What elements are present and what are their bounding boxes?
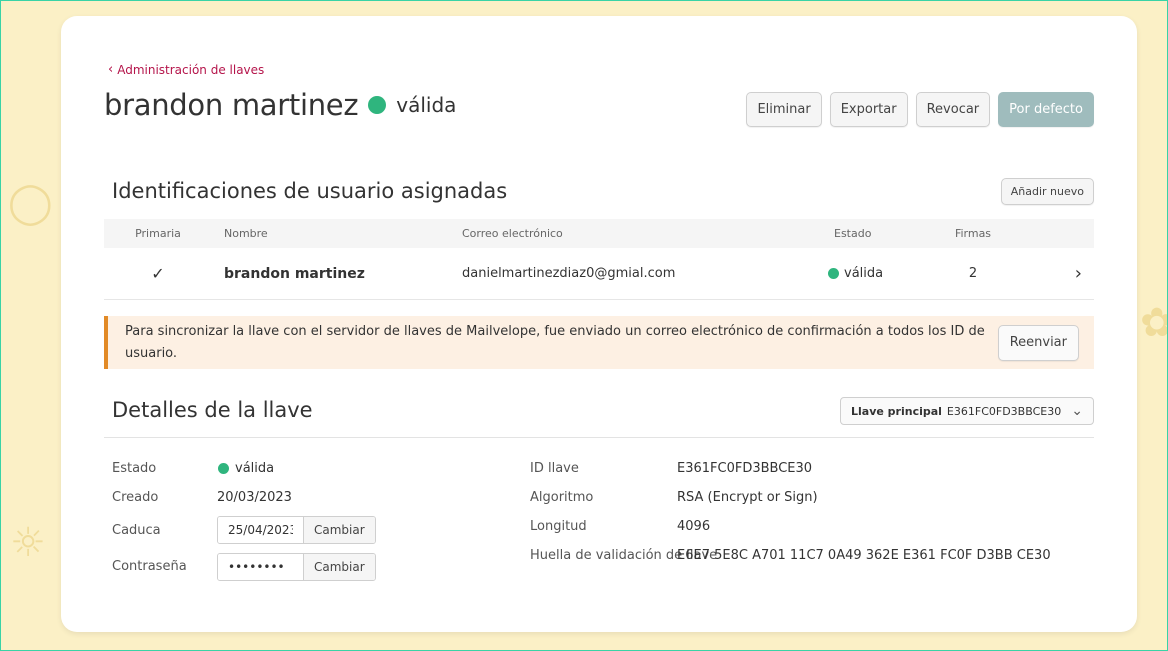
algorithm-label: Algoritmo [530,490,594,505]
column-header-signatures: Firmas [954,227,992,240]
status-value-text: válida [235,461,275,476]
column-header-email: Correo electrónico [462,227,563,240]
revoke-button[interactable]: Revocar [915,92,991,127]
chevron-right-icon: › [1074,263,1082,284]
created-label: Creado [112,490,159,505]
length-value: 4096 [677,519,711,534]
table-row[interactable]: ✓ brandon martinez danielmartinezdiaz0@g… [104,248,1094,300]
uid-signatures: 2 [968,266,978,281]
password-field-group: Cambiar [217,553,376,581]
background-doodle: ☼ [10,520,46,566]
key-select-label: Llave principal [851,404,942,418]
key-details-card: ‹ Administración de llaves brandon marti… [61,16,1137,632]
created-value: 20/03/2023 [217,490,292,505]
set-default-button[interactable]: Por defecto [998,92,1094,127]
length-label: Longitud [530,519,587,534]
sync-alert: Para sincronizar la llave con el servido… [104,316,1094,369]
breadcrumb-label: Administración de llaves [117,62,265,77]
uids-section-title: Identificaciones de usuario asignadas [112,179,508,203]
page-title: brandon martinez válida [104,88,456,122]
chevron-down-icon: ⌄ [1071,403,1083,419]
expires-input[interactable] [218,517,303,543]
keyid-label: ID llave [530,461,579,476]
primary-check-icon: ✓ [151,264,165,283]
key-toolbar: Eliminar Exportar Revocar Por defecto [746,92,1094,127]
uid-table: Primaria Nombre Correo electrónico Estad… [104,219,1094,300]
add-new-uid-button[interactable]: Añadir nuevo [1000,178,1094,205]
uid-status: válida [828,266,938,281]
column-header-status: Estado [834,227,872,240]
status-label: Estado [112,461,157,476]
uid-status-label: válida [844,266,884,281]
key-owner-name: brandon martinez [104,88,359,122]
key-select[interactable]: Llave principal E361FC0FD3BBCE30 ⌄ [840,397,1094,425]
chevron-left-icon: ‹ [108,62,114,77]
details-section-title: Detalles de la llave [112,398,313,422]
divider [104,437,1094,438]
export-button[interactable]: Exportar [829,92,908,127]
breadcrumb-back-link[interactable]: ‹ Administración de llaves [108,62,264,77]
password-label: Contraseña [112,559,187,574]
status-dot-icon [828,268,839,279]
background-doodle: ◯ [8,180,53,226]
keyid-value: E361FC0FD3BBCE30 [677,461,813,476]
delete-button[interactable]: Eliminar [746,92,822,127]
table-header: Primaria Nombre Correo electrónico Estad… [104,219,1094,248]
change-expiry-button[interactable]: Cambiar [303,517,375,543]
background-doodle: ✿ [1140,300,1168,346]
uid-email: danielmartinezdiaz0@gmial.com [462,266,676,281]
expires-label: Caduca [112,523,161,538]
key-status: válida [396,93,457,117]
resend-button[interactable]: Reenviar [997,324,1079,361]
uid-name: brandon martinez [224,265,365,282]
algorithm-value: RSA (Encrypt or Sign) [677,490,818,505]
column-header-name: Nombre [224,227,268,240]
alert-message: Para sincronizar la llave con el servido… [125,323,985,361]
status-dot-icon [368,96,387,114]
change-password-button[interactable]: Cambiar [303,554,375,580]
status-value: válida [218,461,274,476]
column-header-primary: Primaria [135,227,181,240]
status-dot-icon [218,463,229,474]
password-input[interactable] [218,554,303,580]
key-select-value: E361FC0FD3BBCE30 [946,404,1062,418]
fingerprint-value: E6E7 5E8C A701 11C7 0A49 362E E361 FC0F … [677,548,1051,563]
expires-field-group: Cambiar [217,516,376,544]
